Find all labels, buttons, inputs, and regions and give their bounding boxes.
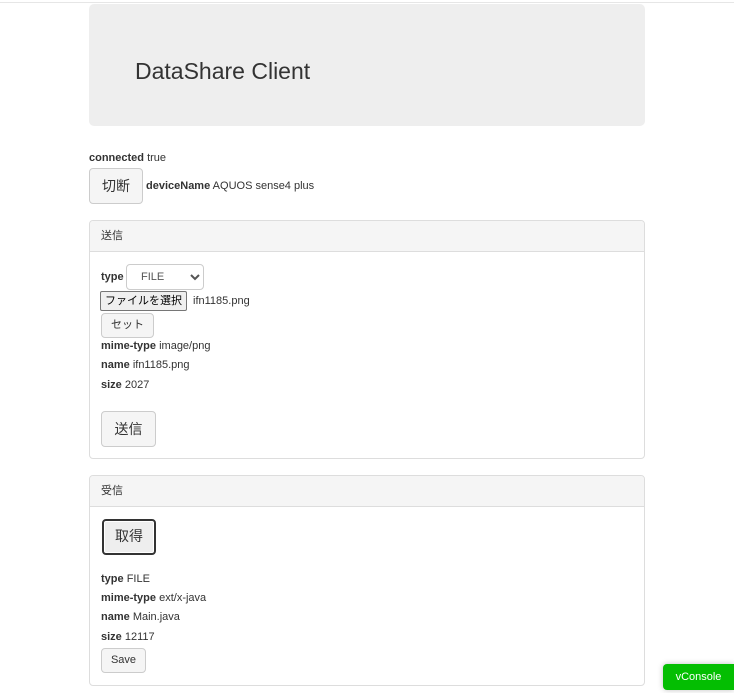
top-divider — [0, 2, 734, 3]
receive-type-label: type — [101, 573, 124, 585]
send-type-label: type — [101, 270, 124, 284]
send-mime-row: mime-type image/png — [101, 339, 210, 353]
send-size-row: size 2027 — [101, 378, 149, 392]
file-chooser-button[interactable]: ファイルを選択 — [100, 291, 187, 311]
device-info: deviceName AQUOS sense4 plus — [146, 179, 314, 193]
page-title: DataShare Client — [135, 58, 311, 84]
set-button[interactable]: セット — [101, 313, 154, 338]
receive-name-value: Main.java — [132, 611, 180, 623]
chosen-file-name: ifn1185.png — [193, 295, 250, 307]
receive-size-label: size — [101, 631, 122, 643]
receive-name-label: name — [101, 611, 130, 623]
send-type-select[interactable]: FILE — [126, 264, 204, 290]
receive-mime-row: mime-type ext/x-java — [101, 591, 206, 605]
send-size-value: 2027 — [124, 379, 150, 391]
vconsole-button[interactable]: vConsole — [663, 664, 734, 690]
receive-panel-heading: 受信 — [90, 476, 644, 507]
get-button[interactable]: 取得 — [102, 519, 156, 555]
receive-size-value: 12117 — [124, 631, 155, 643]
receive-type-row: type FILE — [101, 572, 150, 586]
send-name-row: name ifn1185.png — [101, 358, 190, 372]
receive-size-row: size 12117 — [101, 630, 155, 644]
device-label: deviceName — [146, 180, 211, 192]
send-size-label: size — [101, 379, 122, 391]
connected-value: true — [147, 152, 167, 164]
receive-name-row: name Main.java — [101, 610, 180, 624]
receive-type-value: FILE — [126, 573, 150, 585]
header-banner: DataShare Client — [89, 4, 645, 126]
send-mime-label: mime-type — [101, 340, 157, 352]
send-mime-value: image/png — [159, 340, 211, 352]
receive-mime-value: ext/x-java — [159, 592, 207, 604]
send-type-label-text: type — [101, 271, 124, 283]
send-button[interactable]: 送信 — [101, 411, 156, 447]
send-panel: 送信 type FILE ファイルを選択 ifn1185.png セット mim… — [89, 220, 645, 459]
receive-panel: 受信 取得 type FILE mime-type ext/x-java nam… — [89, 475, 645, 686]
save-button[interactable]: Save — [101, 648, 146, 673]
connected-label: connected — [89, 152, 145, 164]
connected-status: connected true — [89, 151, 166, 165]
send-name-label: name — [101, 359, 130, 371]
device-value: AQUOS sense4 plus — [212, 180, 315, 192]
send-panel-heading: 送信 — [90, 221, 644, 252]
receive-mime-label: mime-type — [101, 592, 157, 604]
send-name-value: ifn1185.png — [132, 359, 190, 371]
disconnect-button[interactable]: 切断 — [89, 168, 143, 204]
